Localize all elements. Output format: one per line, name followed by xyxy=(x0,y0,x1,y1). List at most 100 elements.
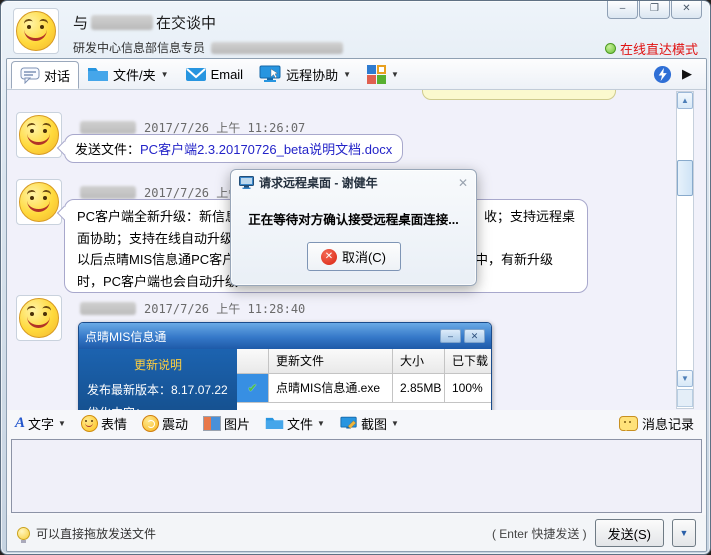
toolbar-apps-button[interactable]: ▼ xyxy=(359,59,407,89)
toolbar-files-button[interactable]: 文件/夹 ▼ xyxy=(79,59,177,89)
send-group: ( Enter 快捷发送 ) 发送(S) ▼ xyxy=(492,519,696,547)
table-header-downloaded: 已下载 xyxy=(445,349,491,373)
toolbar-email-button[interactable]: Email xyxy=(177,59,252,89)
image-button[interactable]: 图片 xyxy=(203,414,250,433)
send-button[interactable]: 发送(S) xyxy=(595,519,664,547)
updater-minimize-icon: – xyxy=(440,329,461,343)
chat-scrollbar[interactable]: ▲ ▼ xyxy=(676,91,694,409)
table-cell-progress: 100% xyxy=(445,374,491,402)
send-options-button[interactable]: ▼ xyxy=(672,519,696,547)
drag-drop-tip: 可以直接拖放发送文件 xyxy=(17,525,156,542)
close-button[interactable]: ✕ xyxy=(671,1,702,19)
redacted-sender-name xyxy=(80,186,136,199)
file-link[interactable]: PC客户端2.3.20170726_beta说明文档.docx xyxy=(140,142,392,157)
screenshot-button[interactable]: 截图 ▼ xyxy=(340,414,399,433)
message-text: 面协助；支持在线自动升级 xyxy=(77,228,233,250)
check-icon: ✔ xyxy=(237,374,269,402)
shake-label: 震动 xyxy=(162,414,188,433)
tab-chat[interactable]: 对话 xyxy=(11,61,79,89)
online-mode-label: 在线直达模式 xyxy=(620,39,698,58)
table-header-size: 大小 xyxy=(393,349,445,373)
dialog-close-icon[interactable]: ✕ xyxy=(458,176,468,190)
monitor-icon xyxy=(239,176,254,189)
emoji-icon xyxy=(81,415,98,432)
toolbar-remote-assist-button[interactable]: 远程协助 ▼ xyxy=(251,59,359,89)
dialog-message: 正在等待对方确认接受远程桌面连接... xyxy=(231,209,476,228)
redacted-contact-name xyxy=(91,15,153,30)
toolbar-right-group: ▶ xyxy=(653,59,706,89)
chat-bubble-icon xyxy=(20,67,40,84)
table-cell-size: 2.85MB xyxy=(393,374,445,402)
message-history-button[interactable]: 消息记录 xyxy=(619,414,706,433)
screenshot-icon xyxy=(340,416,358,431)
dropdown-caret-icon: ▼ xyxy=(343,70,351,79)
message-text: 以后点晴MIS信息通PC客户端 xyxy=(77,249,248,271)
cancel-x-icon: ✕ xyxy=(321,249,337,265)
titlebar: 与 在交谈中 研发中心信息部信息专员 – ❐ ✕ 在线直达模式 xyxy=(1,1,711,58)
table-row: ✔ 点晴MIS信息通.exe 2.85MB 100% xyxy=(237,374,491,403)
avatar[interactable] xyxy=(16,112,62,158)
tab-chat-label: 对话 xyxy=(44,66,70,85)
message-text: 中，有新升级 xyxy=(475,249,553,271)
history-bubble-icon xyxy=(619,416,638,431)
window-controls: – ❐ ✕ xyxy=(606,1,702,19)
online-status-dot-icon xyxy=(605,43,616,54)
image-label: 图片 xyxy=(224,414,250,433)
composer-toolbar: A 文字 ▼ 表情 震动 图片 文件 ▼ xyxy=(7,410,706,436)
online-mode-indicator[interactable]: 在线直达模式 xyxy=(605,39,698,58)
minimize-button[interactable]: – xyxy=(607,1,638,19)
dropdown-caret-icon: ▼ xyxy=(58,419,66,428)
shake-button[interactable]: 震动 xyxy=(142,414,188,433)
screenshot-label: 截图 xyxy=(361,414,387,433)
updater-close-icon: ✕ xyxy=(464,329,485,343)
message-bubble: 发送文件：PC客户端2.3.20170726_beta说明文档.docx xyxy=(64,134,403,163)
folder-icon xyxy=(265,416,284,430)
expand-arrow-icon[interactable]: ▶ xyxy=(682,66,692,82)
avatar[interactable] xyxy=(16,179,62,225)
dropdown-caret-icon: ▼ xyxy=(317,419,325,428)
redacted-signature xyxy=(211,42,343,54)
dropdown-caret-icon: ▼ xyxy=(391,70,399,79)
avatar[interactable] xyxy=(16,295,62,341)
redacted-sender-name xyxy=(80,121,136,134)
emoji-button[interactable]: 表情 xyxy=(81,414,127,433)
updater-title: 点晴MIS信息通 xyxy=(85,328,166,345)
chat-history[interactable]: 2017/7/26 上午 11:26:07 发送文件：PC客户端2.3.2017… xyxy=(7,90,706,411)
updater-titlebar: 点晴MIS信息通 – ✕ xyxy=(79,323,491,349)
contact-role: 研发中心信息部信息专员 xyxy=(73,39,205,56)
cancel-label: 取消(C) xyxy=(342,247,386,266)
dropdown-caret-icon: ▼ xyxy=(391,419,399,428)
scrollbar-end-cap xyxy=(677,389,693,407)
toolbar-remote-assist-label: 远程协助 xyxy=(286,65,338,84)
scrollbar-thumb[interactable] xyxy=(677,160,693,196)
file-label: 文件 xyxy=(287,414,313,433)
avatar[interactable] xyxy=(13,8,59,54)
sync-icon[interactable] xyxy=(653,65,672,84)
message-text: 收；支持远程桌 xyxy=(484,206,575,228)
updater-window-image[interactable]: 点晴MIS信息通 – ✕ 更新说明 发布最新版本：8.17.07.22 优化内容… xyxy=(78,322,492,411)
image-icon xyxy=(203,416,221,431)
table-header-row: 更新文件 大小 已下载 xyxy=(237,349,491,374)
status-bar: 可以直接拖放发送文件 ( Enter 快捷发送 ) 发送(S) ▼ xyxy=(7,515,706,551)
scroll-down-button[interactable]: ▼ xyxy=(677,370,693,387)
emoji-label: 表情 xyxy=(101,414,127,433)
shake-icon xyxy=(142,415,159,432)
smiley-face-icon xyxy=(19,115,59,155)
message-input[interactable] xyxy=(11,439,702,513)
smiley-face-icon xyxy=(16,11,56,51)
dialog-titlebar: 请求远程桌面 - 谢健年 ✕ xyxy=(231,170,476,193)
font-label: 文字 xyxy=(28,414,54,433)
font-button[interactable]: A 文字 ▼ xyxy=(15,414,66,433)
maximize-button[interactable]: ❐ xyxy=(639,1,670,19)
main-panel: 对话 文件/夹 ▼ Email xyxy=(6,58,707,552)
previous-bubble-edge xyxy=(422,90,616,100)
scroll-up-button[interactable]: ▲ xyxy=(677,92,693,109)
contact-subtitle: 研发中心信息部信息专员 xyxy=(73,39,343,56)
dropdown-caret-icon: ▼ xyxy=(161,70,169,79)
toolbar-email-label: Email xyxy=(211,67,244,82)
font-a-icon: A xyxy=(15,415,25,432)
updater-optimize-line: 优化内容： xyxy=(87,404,229,411)
cancel-button[interactable]: ✕ 取消(C) xyxy=(307,242,401,271)
file-button[interactable]: 文件 ▼ xyxy=(265,414,325,433)
tip-text: 可以直接拖放发送文件 xyxy=(36,525,156,542)
